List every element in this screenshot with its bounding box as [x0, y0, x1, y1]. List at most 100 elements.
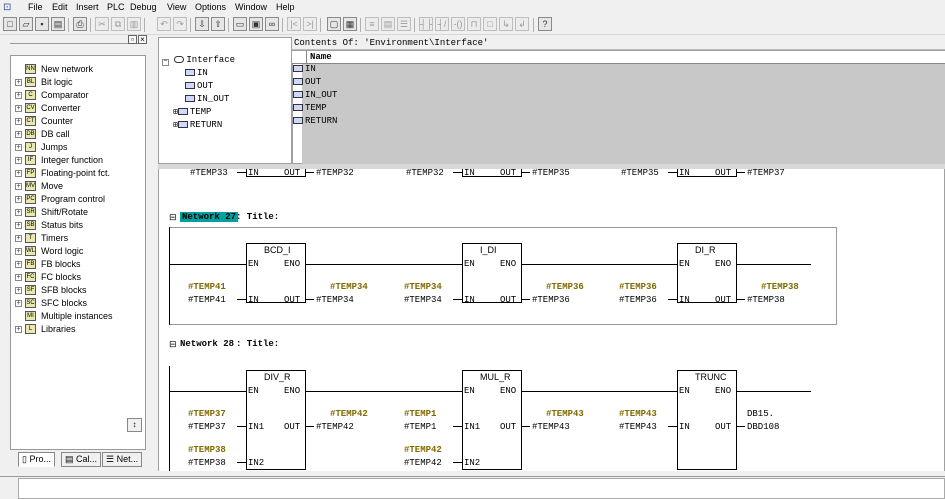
new-icon[interactable]: □ [3, 17, 17, 31]
expand-icon[interactable]: + [15, 222, 22, 229]
expand-icon[interactable]: + [15, 300, 22, 307]
column-name-header[interactable]: Name [310, 52, 332, 62]
catalog-item-integer-function[interactable]: + IF Integer function [10, 154, 144, 167]
catalog-item-word-logic[interactable]: + WL Word logic [10, 245, 144, 258]
resize-corner-icon[interactable]: ↕ [127, 418, 142, 432]
list-icon[interactable]: ☰ [397, 17, 411, 31]
branch-open-icon[interactable]: ↳ [499, 17, 513, 31]
interface-item-out[interactable]: OUT [185, 81, 213, 93]
app-icon[interactable]: ⊡ [3, 2, 11, 13]
expand-icon[interactable]: + [15, 209, 22, 216]
help-icon[interactable]: ? [538, 17, 552, 31]
catalog-item-db-call[interactable]: + DB DB call [10, 128, 144, 141]
close-icon[interactable]: × [138, 35, 147, 44]
contact-no-icon[interactable]: ┤├ [419, 17, 433, 31]
table-icon[interactable]: ▤ [381, 17, 395, 31]
cut-icon[interactable]: ✂ [95, 17, 109, 31]
expand-icon[interactable]: + [15, 287, 22, 294]
network-27-label[interactable]: Network 27 [180, 212, 239, 222]
catalog-item-bit-logic[interactable]: + BL Bit logic [10, 76, 144, 89]
menu-edit[interactable]: Edit [52, 2, 68, 12]
expand-icon[interactable]: + [15, 274, 22, 281]
catalog-item-program-control[interactable]: + PC Program control [10, 193, 144, 206]
menu-view[interactable]: View [167, 2, 186, 12]
menu-insert[interactable]: Insert [76, 2, 99, 12]
catalog-item-jumps[interactable]: + J Jumps [10, 141, 144, 154]
open-icon[interactable]: ▱ [19, 17, 33, 31]
contents-row[interactable]: RETURN [292, 116, 337, 129]
redo-icon[interactable]: ↷ [173, 17, 187, 31]
contents-row[interactable]: IN_OUT [292, 90, 337, 103]
catalog-item-multiple-instances[interactable]: MI Multiple instances [10, 310, 144, 323]
print-icon[interactable]: ⎙ [73, 17, 87, 31]
download-icon[interactable]: ⇩ [195, 17, 209, 31]
catalog-item-sfb-blocks[interactable]: + SF SFB blocks [10, 284, 144, 297]
catalog-item-converter[interactable]: + CV Converter [10, 102, 144, 115]
monitor-icon[interactable]: ▣ [249, 17, 263, 31]
paste-icon[interactable]: ▥ [127, 17, 141, 31]
expand-icon[interactable]: + [15, 144, 22, 151]
function-block[interactable] [246, 370, 306, 470]
expand-icon[interactable]: + [15, 170, 22, 177]
expand-icon[interactable]: + [15, 157, 22, 164]
catalog-item-shift-rotate[interactable]: + SR Shift/Rotate [10, 206, 144, 219]
expand-icon[interactable]: + [15, 196, 22, 203]
tab-call-structure[interactable]: ▤ Cal... [61, 452, 102, 467]
function-block[interactable] [677, 370, 737, 470]
menu-debug[interactable]: Debug [130, 2, 157, 12]
catalog-item-new-network[interactable]: NN New network [10, 63, 144, 76]
catalog-item-comparator[interactable]: + C Comparator [10, 89, 144, 102]
details-icon[interactable]: ▦ [343, 17, 357, 31]
expand-icon[interactable]: + [15, 183, 22, 190]
expand-icon[interactable]: + [15, 261, 22, 268]
catalog-item-floating-point-fct[interactable]: + FP Floating-point fct. [10, 167, 144, 180]
coil-icon[interactable]: -() [451, 17, 465, 31]
empty-box-icon[interactable]: □ [483, 17, 497, 31]
expand-icon[interactable]: + [15, 105, 22, 112]
contact-nc-icon[interactable]: ┤/├ [435, 17, 449, 31]
box-icon[interactable]: ⊓ [467, 17, 481, 31]
tab-network[interactable]: ☰ Net... [102, 452, 143, 467]
interface-item-in-out[interactable]: IN_OUT [185, 94, 229, 106]
function-block[interactable] [462, 370, 522, 470]
catalog-item-move[interactable]: + MV Move [10, 180, 144, 193]
collapse-icon[interactable]: − [162, 59, 169, 66]
menu-plc[interactable]: PLC [107, 2, 125, 12]
contents-row[interactable]: OUT [292, 77, 321, 90]
expand-icon[interactable]: + [15, 248, 22, 255]
restore-icon[interactable]: ▫ [128, 35, 137, 44]
menu-help[interactable]: Help [276, 2, 295, 12]
contents-row[interactable]: IN [292, 64, 316, 77]
expand-icon[interactable]: + [15, 118, 22, 125]
copy-icon[interactable]: ⧉ [111, 17, 125, 31]
tab-program-elements[interactable]: ▯ Pro... [18, 452, 55, 467]
glasses-icon[interactable]: ∞ [265, 17, 279, 31]
catalog-item-sfc-blocks[interactable]: + SC SFC blocks [10, 297, 144, 310]
step-back-icon[interactable]: |< [287, 17, 301, 31]
interface-item-in[interactable]: IN [185, 68, 208, 80]
step-fwd-icon[interactable]: >| [303, 17, 317, 31]
menu-options[interactable]: Options [195, 2, 226, 12]
expand-icon[interactable]: + [15, 131, 22, 138]
catalog-item-counter[interactable]: + CT Counter [10, 115, 144, 128]
catalog-item-libraries[interactable]: + L Libraries [10, 323, 144, 336]
undo-icon[interactable]: ↶ [157, 17, 171, 31]
expand-icon[interactable]: + [15, 235, 22, 242]
expand-icon[interactable]: + [15, 92, 22, 99]
expand-icon[interactable]: + [15, 326, 22, 333]
save-as-icon[interactable]: ▤ [51, 17, 65, 31]
menu-file[interactable]: File [28, 2, 43, 12]
interface-item-return[interactable]: ⊞ RETURN [173, 120, 222, 132]
overview-icon[interactable]: ▢ [327, 17, 341, 31]
catalog-item-fc-blocks[interactable]: + FC FC blocks [10, 271, 144, 284]
contents-row[interactable]: TEMP [292, 103, 327, 116]
interface-item-temp[interactable]: ⊞ TEMP [173, 107, 211, 119]
catalog-item-status-bits[interactable]: + SB Status bits [10, 219, 144, 232]
upload-icon[interactable]: ⇧ [211, 17, 225, 31]
branch-close-icon[interactable]: ↲ [515, 17, 529, 31]
catalog-item-fb-blocks[interactable]: + FB FB blocks [10, 258, 144, 271]
network-28-label[interactable]: Network 28 [180, 339, 234, 349]
interface-root[interactable]: − Interface [162, 55, 235, 67]
expand-icon[interactable]: + [15, 79, 22, 86]
network-icon[interactable]: ▭ [233, 17, 247, 31]
